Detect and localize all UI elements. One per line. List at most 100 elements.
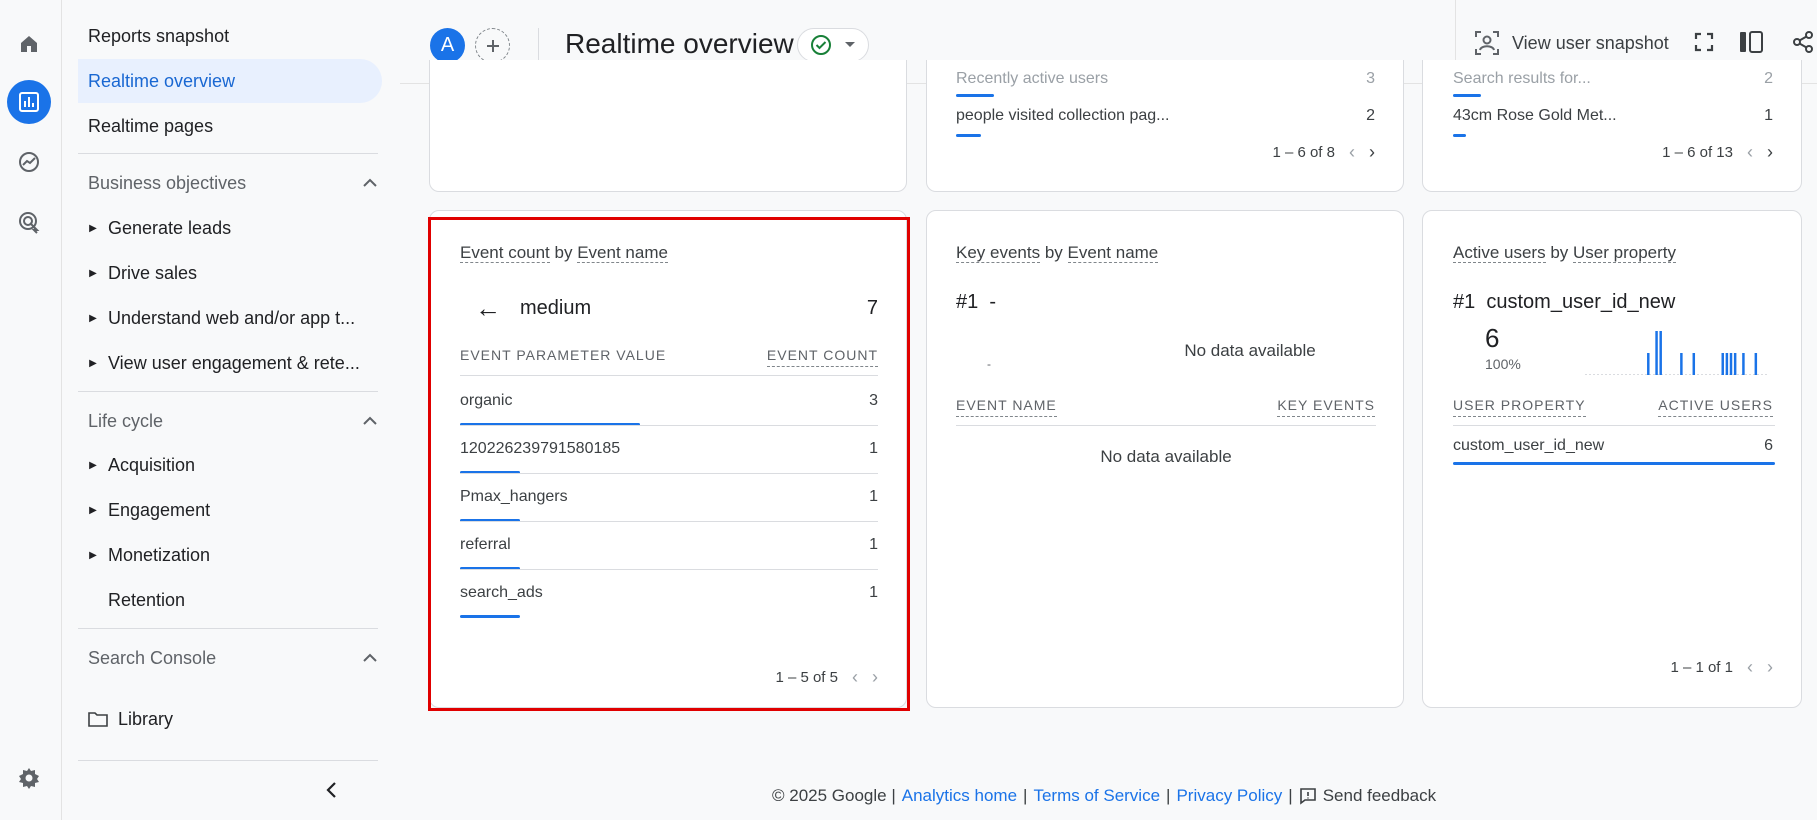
key-events-card: Key events by Event name #1 - No data av… — [926, 210, 1404, 708]
card-title[interactable]: Event count by Event name — [460, 243, 668, 263]
sparkline-bar — [1655, 331, 1658, 375]
caret-right-icon: ▶ — [89, 504, 97, 516]
analytics-home-link[interactable]: Analytics home — [902, 786, 1017, 806]
caret-right-icon: ▶ — [89, 357, 97, 369]
chevron-right-icon[interactable]: › — [1369, 142, 1375, 163]
list-item[interactable]: 43cm Rose Gold Met... — [1453, 107, 1617, 125]
chevron-left-icon[interactable]: ‹ — [1747, 142, 1753, 163]
chevron-right-icon[interactable]: › — [1767, 142, 1773, 163]
explore-icon[interactable] — [7, 140, 51, 184]
settings-icon[interactable] — [7, 756, 51, 800]
list-item[interactable]: people visited collection pag... — [956, 107, 1169, 125]
column-header[interactable]: USER PROPERTY — [1453, 397, 1586, 417]
reports-nav: Reports snapshot Realtime overview Realt… — [62, 0, 382, 820]
reports-icon[interactable] — [7, 80, 51, 124]
data-status-chip[interactable] — [797, 28, 869, 62]
rank-label: #1 custom_user_id_new — [1453, 291, 1676, 313]
table-row[interactable]: search_ads — [460, 584, 543, 602]
check-circle-icon — [811, 35, 831, 55]
table-row[interactable]: referral — [460, 536, 511, 554]
send-feedback-button[interactable]: Send feedback — [1299, 786, 1436, 806]
nav-understand-web[interactable]: ▶ Understand web and/or app t... — [78, 296, 378, 340]
card-title[interactable]: Key events by Event name — [956, 243, 1159, 263]
table-row[interactable]: organic — [460, 392, 512, 410]
home-icon[interactable] — [7, 22, 51, 66]
percent-label: 100% — [1485, 356, 1521, 372]
sparkline-bar — [1742, 353, 1745, 375]
sparkline-bar — [1721, 353, 1724, 375]
sparkline-bar — [1692, 353, 1696, 375]
pager: 1 – 6 of 8 ‹ › — [1272, 142, 1375, 163]
nav-realtime-pages[interactable]: Realtime pages — [78, 104, 368, 148]
chevron-up-icon — [363, 653, 377, 662]
add-comparison-button[interactable] — [475, 28, 510, 63]
card-title[interactable]: Active users by User property — [1453, 243, 1677, 263]
sparkline-bar — [1733, 353, 1737, 375]
nav-divider — [78, 391, 378, 392]
parameter-total: 7 — [866, 297, 878, 319]
plus-icon — [486, 39, 499, 52]
column-header: EVENT PARAMETER VALUE — [460, 347, 667, 363]
advertising-icon[interactable] — [7, 200, 51, 244]
comparison-avatar[interactable]: A — [430, 28, 465, 63]
nav-reports-snapshot[interactable]: Reports snapshot — [78, 14, 368, 58]
chevron-left-icon[interactable]: ‹ — [1349, 142, 1355, 163]
column-header[interactable]: KEY EVENTS — [1277, 397, 1375, 417]
chevron-up-icon — [363, 416, 377, 425]
nav-divider — [78, 153, 378, 154]
nav-section-business-objectives[interactable]: Business objectives — [88, 163, 378, 203]
table-row[interactable]: custom_user_id_new — [1453, 437, 1604, 455]
view-user-snapshot-button[interactable]: View user snapshot — [1474, 26, 1669, 60]
left-rail — [0, 0, 62, 820]
chevron-right-icon[interactable]: › — [1767, 657, 1773, 678]
nav-monetization[interactable]: ▶ Monetization — [78, 533, 378, 577]
share-icon[interactable] — [1791, 30, 1815, 59]
chevron-up-icon — [363, 178, 377, 187]
sparkline-bar — [1647, 353, 1650, 375]
nav-retention[interactable]: Retention — [78, 578, 378, 622]
caret-right-icon: ▶ — [89, 549, 97, 561]
nav-section-life-cycle[interactable]: Life cycle — [88, 401, 378, 441]
nav-view-user-engagement[interactable]: ▶ View user engagement & rete... — [78, 341, 378, 385]
pager: 1 – 5 of 5 ‹ › — [775, 667, 878, 688]
dropdown-arrow-icon — [845, 42, 855, 47]
no-data-message: No data available — [1184, 341, 1316, 360]
table-row[interactable]: Pmax_hangers — [460, 488, 568, 506]
user-snapshot-icon — [1475, 31, 1499, 55]
nav-divider — [78, 628, 378, 629]
parameter-name: medium — [520, 297, 592, 319]
compare-view-icon[interactable] — [1738, 30, 1764, 59]
rank-label: #1 - — [956, 291, 997, 313]
nav-generate-leads[interactable]: ▶ Generate leads — [78, 206, 378, 250]
table-row[interactable]: 120226239791580185 — [460, 440, 620, 458]
footer: © 2025 Google | Analytics home | Terms o… — [772, 786, 1437, 806]
fullscreen-icon[interactable] — [1694, 32, 1714, 57]
top-card-2: Recently active users 3 people visited c… — [926, 60, 1404, 192]
sparkline-bar — [1754, 353, 1758, 375]
caret-right-icon: ▶ — [89, 222, 97, 234]
big-number: 6 — [1485, 323, 1500, 353]
collapse-nav-icon[interactable] — [324, 780, 340, 805]
column-header[interactable]: ACTIVE USERS — [1658, 397, 1773, 417]
nav-library[interactable]: Library — [78, 697, 378, 741]
nav-divider — [78, 760, 378, 761]
column-header[interactable]: EVENT NAME — [956, 397, 1057, 417]
nav-section-search-console[interactable]: Search Console — [88, 638, 378, 678]
nav-acquisition[interactable]: ▶ Acquisition — [78, 443, 378, 487]
pager: 1 – 6 of 13 ‹ › — [1662, 142, 1773, 163]
caret-right-icon: ▶ — [89, 459, 97, 471]
terms-link[interactable]: Terms of Service — [1033, 786, 1160, 806]
back-arrow-icon[interactable]: ← — [475, 293, 501, 324]
chevron-right-icon[interactable]: › — [872, 667, 878, 688]
nav-drive-sales[interactable]: ▶ Drive sales — [78, 251, 378, 295]
privacy-link[interactable]: Privacy Policy — [1176, 786, 1282, 806]
chevron-left-icon[interactable]: ‹ — [852, 667, 858, 688]
caret-right-icon: ▶ — [89, 267, 97, 279]
nav-engagement[interactable]: ▶ Engagement — [78, 488, 378, 532]
chevron-left-icon[interactable]: ‹ — [1747, 657, 1753, 678]
column-header[interactable]: EVENT COUNT — [766, 347, 878, 367]
nav-realtime-overview[interactable]: Realtime overview — [78, 59, 382, 103]
active-users-card: Active users by User property #1 custom_… — [1422, 210, 1802, 708]
sparkline-bar — [1725, 353, 1729, 375]
page-title: Realtime overview — [565, 26, 794, 64]
